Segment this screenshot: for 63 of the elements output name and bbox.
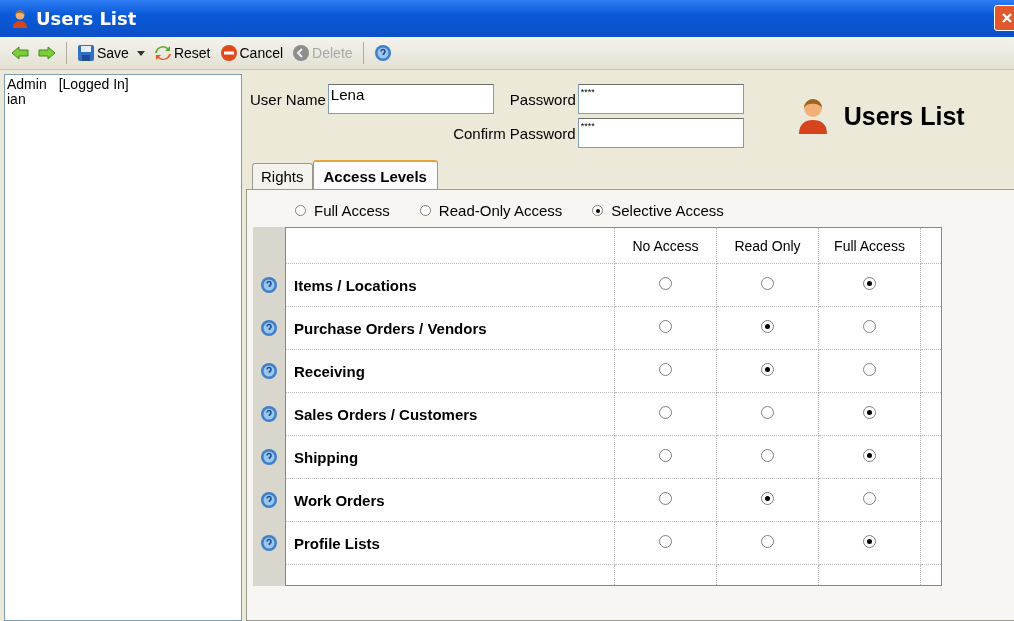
user-list-item[interactable]: Admin [Logged In] bbox=[7, 77, 239, 92]
radio-button[interactable] bbox=[761, 320, 774, 333]
help-icon[interactable] bbox=[260, 275, 278, 294]
radio-button[interactable] bbox=[863, 449, 876, 462]
radio-button[interactable] bbox=[659, 363, 672, 376]
field-label: Password bbox=[509, 90, 576, 108]
radio-option[interactable]: Full Access bbox=[295, 202, 390, 219]
help-icon[interactable] bbox=[260, 404, 278, 423]
radio-button[interactable] bbox=[659, 277, 672, 290]
help-icon[interactable] bbox=[260, 361, 278, 380]
table-cell: Profile Lists bbox=[285, 521, 615, 565]
table-cell: Work Orders bbox=[285, 478, 615, 522]
close-icon bbox=[1001, 12, 1013, 24]
table-cell: Items / Locations bbox=[285, 263, 615, 307]
refresh-arrows-icon bbox=[153, 44, 172, 62]
radio-button[interactable] bbox=[863, 363, 876, 376]
stop-sign-icon bbox=[219, 44, 238, 62]
radio-button[interactable] bbox=[761, 492, 774, 505]
radio-button[interactable] bbox=[761, 406, 774, 419]
radio-button[interactable] bbox=[659, 449, 672, 462]
field-label: User Name bbox=[250, 90, 326, 108]
cancel-button[interactable]: Cancel bbox=[216, 42, 287, 64]
help-icon[interactable] bbox=[260, 447, 278, 466]
user-list-item[interactable]: ian bbox=[7, 92, 239, 107]
radio-button[interactable] bbox=[659, 492, 672, 505]
radio-button[interactable] bbox=[863, 406, 876, 419]
help-icon[interactable] bbox=[260, 318, 278, 337]
tab[interactable]: Rights bbox=[252, 163, 313, 189]
radio-button[interactable] bbox=[863, 535, 876, 548]
tab[interactable]: Access Levels bbox=[312, 160, 438, 189]
caret-icon bbox=[136, 50, 145, 56]
column-header: No Access bbox=[614, 227, 717, 264]
radio-button[interactable] bbox=[761, 449, 774, 462]
password-field[interactable]: **** bbox=[577, 84, 744, 114]
radio-button[interactable] bbox=[863, 492, 876, 505]
reset-button[interactable]: Reset bbox=[150, 42, 214, 64]
radio-button[interactable] bbox=[659, 320, 672, 333]
column-header: Full Access bbox=[818, 227, 921, 264]
close-button[interactable] bbox=[994, 5, 1014, 31]
table-cell: Sales Orders / Customers bbox=[285, 392, 615, 436]
help-icon[interactable] bbox=[260, 490, 278, 509]
radio-button[interactable] bbox=[659, 406, 672, 419]
help-icon[interactable] bbox=[260, 533, 278, 552]
table-cell: Purchase Orders / Vendors bbox=[285, 306, 615, 350]
radio-button[interactable] bbox=[761, 535, 774, 548]
table-cell: Shipping bbox=[285, 435, 615, 479]
save-button[interactable]: Save bbox=[74, 42, 148, 64]
table-cell: Receiving bbox=[285, 349, 615, 393]
radio-button[interactable] bbox=[761, 277, 774, 290]
radio-button[interactable] bbox=[863, 277, 876, 290]
page-heading: Users List bbox=[843, 101, 965, 131]
confirm-password-field[interactable]: **** bbox=[577, 118, 744, 148]
window-title: Users List bbox=[36, 8, 137, 29]
radio-button[interactable] bbox=[761, 363, 774, 376]
user-name-field[interactable]: Lena bbox=[327, 84, 494, 114]
radio-option[interactable]: Read-Only Access bbox=[419, 202, 563, 219]
delete-icon bbox=[292, 44, 311, 62]
column-header: Read Only bbox=[716, 227, 819, 264]
field-label: Confirm Password bbox=[453, 124, 576, 142]
user-icon bbox=[12, 8, 28, 29]
radio-option[interactable]: Selective Access bbox=[592, 202, 724, 219]
radio-button[interactable] bbox=[659, 535, 672, 548]
radio-button[interactable] bbox=[863, 320, 876, 333]
